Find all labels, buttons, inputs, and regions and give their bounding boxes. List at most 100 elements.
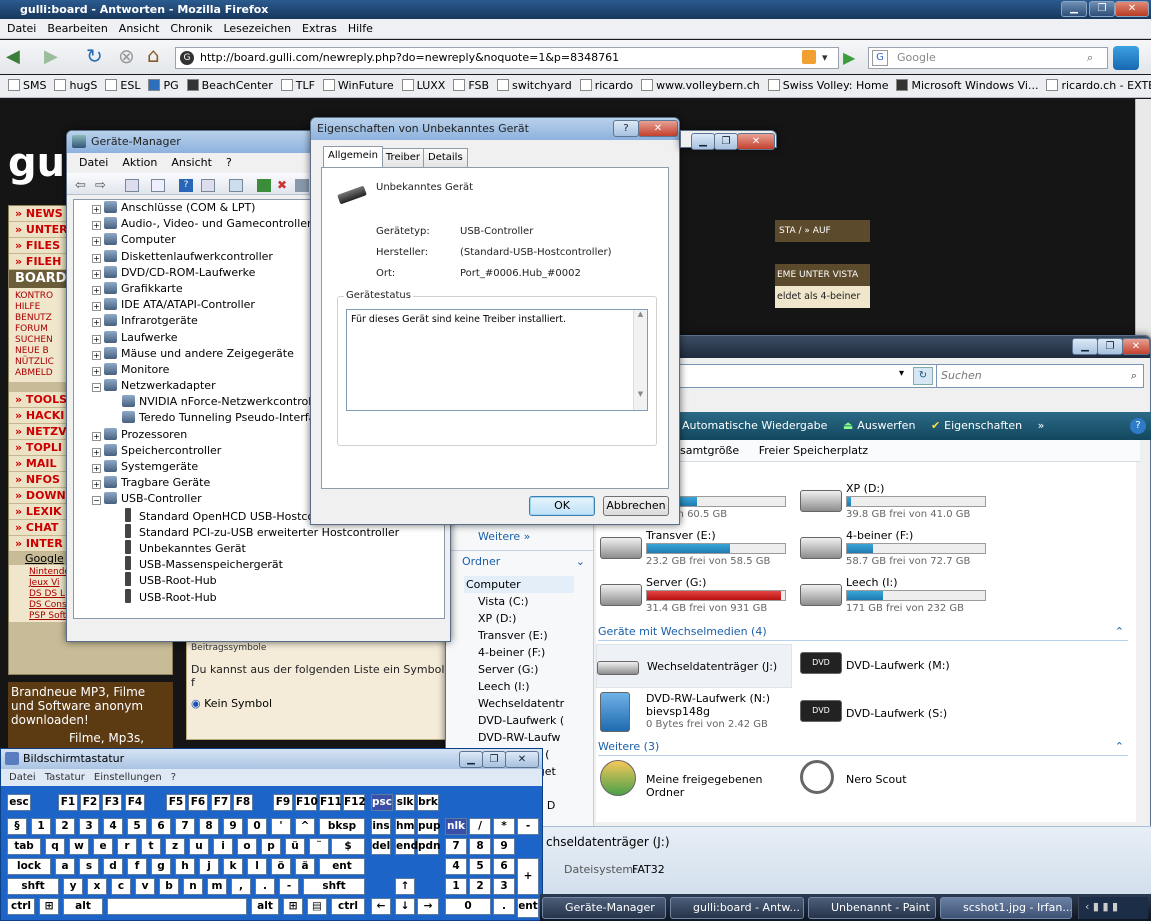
expand-icon[interactable]: +	[92, 318, 101, 328]
search-icon[interactable]: ⌕	[1087, 48, 1093, 68]
key[interactable]: 5	[127, 818, 147, 835]
bookmark-item[interactable]: ricardo.ch - EXTERNE ...	[1046, 79, 1151, 92]
addon-icon[interactable]	[1113, 46, 1139, 70]
status-scrollbar[interactable]: ▲ ▼	[633, 310, 647, 410]
search-icon[interactable]: ⌕	[1131, 365, 1137, 387]
close-button[interactable]: ✕	[1115, 1, 1149, 17]
key[interactable]: 8	[469, 838, 491, 855]
system-tray[interactable]: ‹ ▮ ▮ ▮	[1078, 897, 1148, 919]
key[interactable]: lock	[7, 858, 51, 875]
key[interactable]: r	[117, 838, 137, 855]
maximize-button[interactable]: ❐	[1089, 1, 1115, 17]
menu-tastatur[interactable]: Tastatur	[45, 772, 85, 783]
key[interactable]: x	[87, 878, 107, 895]
stop-icon[interactable]: ⊗	[118, 44, 135, 68]
folder-item[interactable]: Server (G:)	[464, 661, 574, 678]
key[interactable]: 2	[55, 818, 75, 835]
key[interactable]: d	[103, 858, 123, 875]
expand-icon[interactable]: +	[92, 253, 101, 263]
key[interactable]: e	[93, 838, 113, 855]
ok-button[interactable]: OK	[529, 496, 595, 516]
key[interactable]: ctrl	[331, 898, 365, 915]
key[interactable]: g	[151, 858, 171, 875]
key[interactable]: 4	[445, 858, 467, 875]
menu-extras[interactable]: Extras	[302, 22, 337, 35]
url-dropdown-icon[interactable]: ▾	[822, 48, 828, 68]
key[interactable]: F9	[273, 794, 293, 811]
minimize-button[interactable]: ▁	[1061, 1, 1087, 17]
key[interactable]: hm	[395, 818, 415, 835]
key[interactable]: /	[469, 818, 491, 835]
key[interactable]: pdn	[417, 838, 441, 855]
cancel-button[interactable]: Abbrechen	[603, 496, 669, 516]
tab-treiber[interactable]: Treiber	[380, 148, 425, 167]
key[interactable]: pup	[417, 818, 441, 835]
maximize-button[interactable]: ❐	[714, 133, 738, 150]
key[interactable]: 1	[31, 818, 51, 835]
bookmark-item[interactable]: switchyard	[497, 79, 572, 92]
go-icon[interactable]: ▶	[843, 48, 855, 67]
folder-item[interactable]: Transver (E:)	[464, 627, 574, 644]
device-item[interactable]: Standard PCI-zu-USB erweiterter Hostcont…	[74, 523, 444, 540]
minimize-button[interactable]: ▁	[691, 133, 715, 150]
key[interactable]: -	[279, 878, 299, 895]
key[interactable]: ü	[285, 838, 305, 855]
key[interactable]: n	[183, 878, 203, 895]
key[interactable]: ent	[319, 858, 365, 875]
close-button[interactable]: ✕	[638, 120, 678, 137]
key[interactable]: F11	[319, 794, 342, 811]
key[interactable]: m	[207, 878, 227, 895]
menu-aktion[interactable]: Aktion	[122, 156, 157, 169]
expand-icon[interactable]: +	[92, 366, 101, 376]
folder-item[interactable]: Wechseldatentr	[464, 695, 574, 712]
key[interactable]: '	[271, 818, 291, 835]
properties-button[interactable]: Eigenschaften	[944, 419, 1022, 432]
key[interactable]: 7	[175, 818, 195, 835]
view-icon[interactable]	[201, 179, 215, 192]
refresh-icon[interactable]: ↻	[913, 367, 933, 385]
key[interactable]: z	[165, 838, 185, 855]
expand-icon[interactable]: +	[92, 334, 101, 344]
column-free-space[interactable]: Freier Speicherplatz	[759, 444, 868, 457]
key[interactable]: F3	[102, 794, 122, 811]
menu-datei[interactable]: Datei	[7, 22, 36, 35]
menu-lesezeichen[interactable]: Lesezeichen	[223, 22, 291, 35]
key[interactable]: ↑	[395, 878, 415, 895]
drive-item[interactable]: Server (G:) 31.4 GB frei von 931 GB	[600, 576, 800, 622]
more-link[interactable]: Weitere »	[478, 530, 530, 543]
menu-chronik[interactable]: Chronik	[170, 22, 212, 35]
key[interactable]: ⊞	[39, 898, 59, 915]
properties-icon[interactable]	[151, 179, 165, 192]
tab-allgemein[interactable]: Allgemein	[323, 146, 383, 167]
key[interactable]: 9	[493, 838, 515, 855]
expand-icon[interactable]: +	[92, 431, 101, 441]
taskbar-button-firefox[interactable]: gulli:board - Antw...	[670, 897, 804, 919]
key[interactable]: .	[255, 878, 275, 895]
key[interactable]: f	[127, 858, 147, 875]
menu-help[interactable]: ?	[171, 772, 176, 783]
key[interactable]: tab	[7, 838, 41, 855]
drive-item[interactable]: XP (D:) 39.8 GB frei von 41.0 GB	[800, 482, 1000, 528]
key[interactable]: ctrl	[7, 898, 35, 915]
key[interactable]: ⊞	[283, 898, 303, 915]
expand-icon[interactable]: +	[92, 205, 101, 214]
collapse-icon[interactable]: ⌃	[1115, 625, 1124, 638]
key[interactable]: 1	[445, 878, 467, 895]
key[interactable]: j	[199, 858, 219, 875]
status-textbox[interactable]: Für dieses Gerät sind keine Treiber inst…	[346, 309, 648, 411]
thread-link[interactable]: STA / » AUF	[775, 220, 870, 242]
key[interactable]: ¨	[309, 838, 329, 855]
removable-item[interactable]: DVD DVD-Laufwerk (M:)	[800, 644, 1000, 690]
key[interactable]: ,	[231, 878, 251, 895]
bookmark-item[interactable]: hugS	[54, 79, 97, 92]
key[interactable]: brk	[417, 794, 439, 811]
help-icon[interactable]: ?	[179, 179, 193, 192]
key[interactable]: ö	[271, 858, 291, 875]
folder-item[interactable]: XP (D:)	[464, 610, 574, 627]
key[interactable]: F6	[188, 794, 208, 811]
key[interactable]: 6	[151, 818, 171, 835]
other-section-header[interactable]: Weitere (3) ⌃	[598, 740, 1128, 756]
device-item[interactable]: USB-Massenspeichergerät	[74, 556, 444, 572]
expand-icon[interactable]: +	[92, 480, 101, 490]
key[interactable]: v	[135, 878, 155, 895]
